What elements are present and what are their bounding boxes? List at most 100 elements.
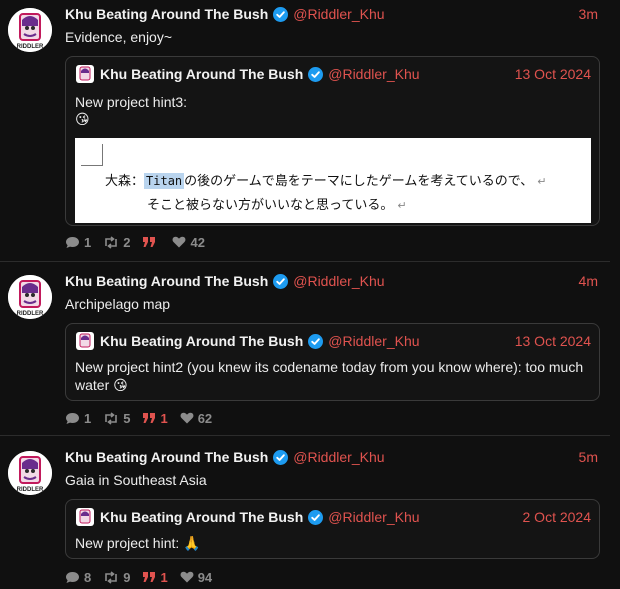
return-mark-icon: ↵ <box>397 199 407 212</box>
quoted-post[interactable]: Khu Beating Around The Bush @Riddler_Khu… <box>65 499 600 559</box>
quoted-author-handle: @Riddler_Khu <box>328 509 420 525</box>
quoted-post-text: New project hint: 🙏 <box>75 535 201 551</box>
repost-count: 5 <box>123 410 131 426</box>
quoted-author-handle: @Riddler_Khu <box>328 66 420 82</box>
author-handle[interactable]: @Riddler_Khu <box>293 449 384 465</box>
quoted-post-header: Khu Beating Around The Bush @Riddler_Khu… <box>76 331 591 351</box>
post-actions: 1 2 42 <box>65 234 217 250</box>
reply-icon <box>66 571 79 583</box>
verified-badge-icon <box>273 6 289 22</box>
quoted-post[interactable]: Khu Beating Around The Bush @Riddler_Khu… <box>65 56 600 226</box>
document-corner-mark <box>81 144 103 166</box>
svg-text:RIDDLER: RIDDLER <box>17 487 44 493</box>
riddler-avatar-icon <box>79 509 91 524</box>
quote-icon <box>143 413 156 423</box>
quoted-author-name: Khu Beating Around The Bush <box>100 509 304 525</box>
highlighted-word: Titan <box>144 173 185 189</box>
reply-count: 1 <box>84 234 92 250</box>
quoted-author-name: Khu Beating Around The Bush <box>100 333 304 349</box>
post-header: Khu Beating Around The Bush @Riddler_Khu… <box>65 4 598 24</box>
quoted-post-header: Khu Beating Around The Bush @Riddler_Khu… <box>76 507 591 527</box>
repost-count: 2 <box>123 234 131 250</box>
post-time[interactable]: 4m <box>579 273 598 289</box>
repost-count: 9 <box>123 569 131 585</box>
speaker-label: 大森： <box>105 174 145 189</box>
repost-icon <box>105 235 118 249</box>
heart-icon <box>180 571 194 583</box>
reply-button[interactable]: 1 <box>65 235 91 250</box>
post[interactable]: RIDDLER Khu Beating Around The Bush @Rid… <box>0 263 610 436</box>
heart-icon <box>180 412 194 424</box>
heart-icon <box>173 236 186 248</box>
quote-button[interactable] <box>142 236 160 248</box>
verified-badge-icon <box>273 273 289 289</box>
like-button[interactable]: 42 <box>172 234 205 250</box>
verified-badge-icon <box>308 66 324 82</box>
image-text-line-1: 大森： Titan の後のゲームで島をテーマにしたゲームを考えているので、 ↵ <box>105 170 546 189</box>
verified-badge-icon <box>308 333 324 349</box>
quoted-post-date: 13 Oct 2024 <box>514 333 591 349</box>
reply-button[interactable]: 1 <box>65 411 91 426</box>
quoted-post-header: Khu Beating Around The Bush @Riddler_Khu… <box>76 64 591 84</box>
verified-badge-icon <box>308 509 324 525</box>
riddler-avatar-icon: RIDDLER <box>8 8 52 52</box>
avatar[interactable]: RIDDLER <box>8 8 52 52</box>
author-handle[interactable]: @Riddler_Khu <box>293 273 384 289</box>
post[interactable]: RIDDLER Khu Beating Around The Bush @Rid… <box>0 0 610 262</box>
riddler-avatar-icon: RIDDLER <box>8 275 52 319</box>
post-text: Evidence, enjoy~ <box>65 29 173 45</box>
image-text-line-2-text: そこと被らない方がいいなと思っている。 <box>147 198 394 213</box>
image-text-rest: の後のゲームで島をテーマにしたゲームを考えているので、 <box>184 174 534 189</box>
quoted-post-text: New project hint2 (you knew its codename… <box>75 359 584 393</box>
reply-count: 8 <box>84 569 92 585</box>
post-text: Archipelago map <box>65 296 171 312</box>
repost-button[interactable]: 9 <box>103 570 130 585</box>
author-handle[interactable]: @Riddler_Khu <box>293 6 384 22</box>
author-name[interactable]: Khu Beating Around The Bush <box>65 6 268 22</box>
like-count: 42 <box>190 234 205 250</box>
verified-badge-icon <box>273 449 289 465</box>
post-header: Khu Beating Around The Bush @Riddler_Khu… <box>65 447 598 467</box>
quote-icon <box>143 237 156 247</box>
like-count: 94 <box>197 569 213 585</box>
image-text-line-2: そこと被らない方がいいなと思っている。 ↵ <box>147 194 407 213</box>
post-actions: 1 5 1 62 <box>65 410 224 426</box>
like-count: 62 <box>197 410 213 426</box>
return-mark-icon: ↵ <box>537 175 547 188</box>
svg-text:RIDDLER: RIDDLER <box>17 44 44 50</box>
post-time[interactable]: 3m <box>579 6 598 22</box>
author-name[interactable]: Khu Beating Around The Bush <box>65 273 268 289</box>
riddler-avatar-icon <box>79 333 91 348</box>
avatar[interactable]: RIDDLER <box>8 275 52 319</box>
repost-button[interactable]: 2 <box>103 235 130 250</box>
like-button[interactable]: 62 <box>180 411 212 426</box>
quoted-avatar <box>76 508 94 526</box>
author-name[interactable]: Khu Beating Around The Bush <box>65 449 268 465</box>
quoted-image[interactable]: 大森： Titan の後のゲームで島をテーマにしたゲームを考えているので、 ↵ そこと… <box>75 138 591 223</box>
like-button[interactable]: 94 <box>180 570 212 585</box>
riddler-avatar-icon <box>79 66 91 81</box>
riddler-avatar-icon: RIDDLER <box>8 451 52 495</box>
quoted-avatar <box>76 65 94 83</box>
reply-icon <box>66 236 79 248</box>
wink-kiss-emoji: 😘 <box>75 111 90 127</box>
quote-button[interactable]: 1 <box>142 570 168 585</box>
quoted-post-date: 2 Oct 2024 <box>522 509 592 525</box>
quoted-post-date: 13 Oct 2024 <box>514 66 591 82</box>
quote-button[interactable]: 1 <box>142 410 168 426</box>
quoted-post[interactable]: Khu Beating Around The Bush @Riddler_Khu… <box>65 323 600 401</box>
avatar[interactable]: RIDDLER <box>8 451 52 495</box>
svg-text:RIDDLER: RIDDLER <box>17 311 44 317</box>
post-text: Gaia in Southeast Asia <box>65 472 207 488</box>
reply-button[interactable]: 8 <box>65 570 91 585</box>
quote-count: 1 <box>160 410 168 426</box>
post-time[interactable]: 5m <box>579 449 598 465</box>
post[interactable]: RIDDLER Khu Beating Around The Bush @Rid… <box>0 437 610 589</box>
quoted-author-name: Khu Beating Around The Bush <box>100 66 304 82</box>
repost-button[interactable]: 5 <box>103 411 130 426</box>
post-header: Khu Beating Around The Bush @Riddler_Khu… <box>65 271 598 291</box>
quote-icon <box>143 572 156 582</box>
quoted-avatar <box>76 332 94 350</box>
reply-icon <box>66 412 79 424</box>
repost-icon <box>105 570 118 584</box>
